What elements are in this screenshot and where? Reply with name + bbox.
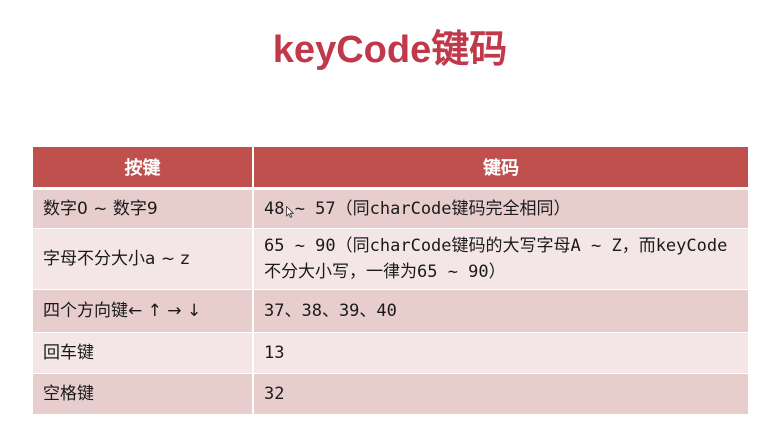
row-key-cell: 四个方向键← ↑ → ↓ <box>33 289 254 333</box>
keycode-table: 按键 键码 数字0 ~ 数字9 48 ~ 57（同charCode键码完全相同）… <box>33 147 748 415</box>
row-key-cell: 数字0 ~ 数字9 <box>33 188 254 229</box>
header-code: 键码 <box>253 147 748 190</box>
row-code-cell: 37、38、39、40 <box>253 289 748 333</box>
row-code-cell: 32 <box>253 373 748 415</box>
row-code-cell: 48 ~ 57（同charCode键码完全相同） <box>253 188 748 229</box>
table-row: 回车键 13 <box>33 332 748 374</box>
table-header-row: 按键 键码 <box>33 147 748 190</box>
table-row: 数字0 ~ 数字9 48 ~ 57（同charCode键码完全相同） <box>33 188 748 229</box>
header-key: 按键 <box>33 147 254 190</box>
row-key-cell: 字母不分大小a ~ z <box>33 228 254 290</box>
row-key-cell: 空格键 <box>33 373 254 415</box>
row-code-cell: 13 <box>253 332 748 374</box>
row-key-cell: 回车键 <box>33 332 254 374</box>
row-code-cell: 65 ~ 90（同charCode键码的大写字母A ~ Z，而keyCode不分… <box>253 228 748 290</box>
table-row: 空格键 32 <box>33 373 748 415</box>
slide-title: keyCode键码 <box>272 29 508 71</box>
table-row: 字母不分大小a ~ z 65 ~ 90（同charCode键码的大写字母A ~ … <box>33 228 748 290</box>
table-row: 四个方向键← ↑ → ↓ 37、38、39、40 <box>33 289 748 333</box>
